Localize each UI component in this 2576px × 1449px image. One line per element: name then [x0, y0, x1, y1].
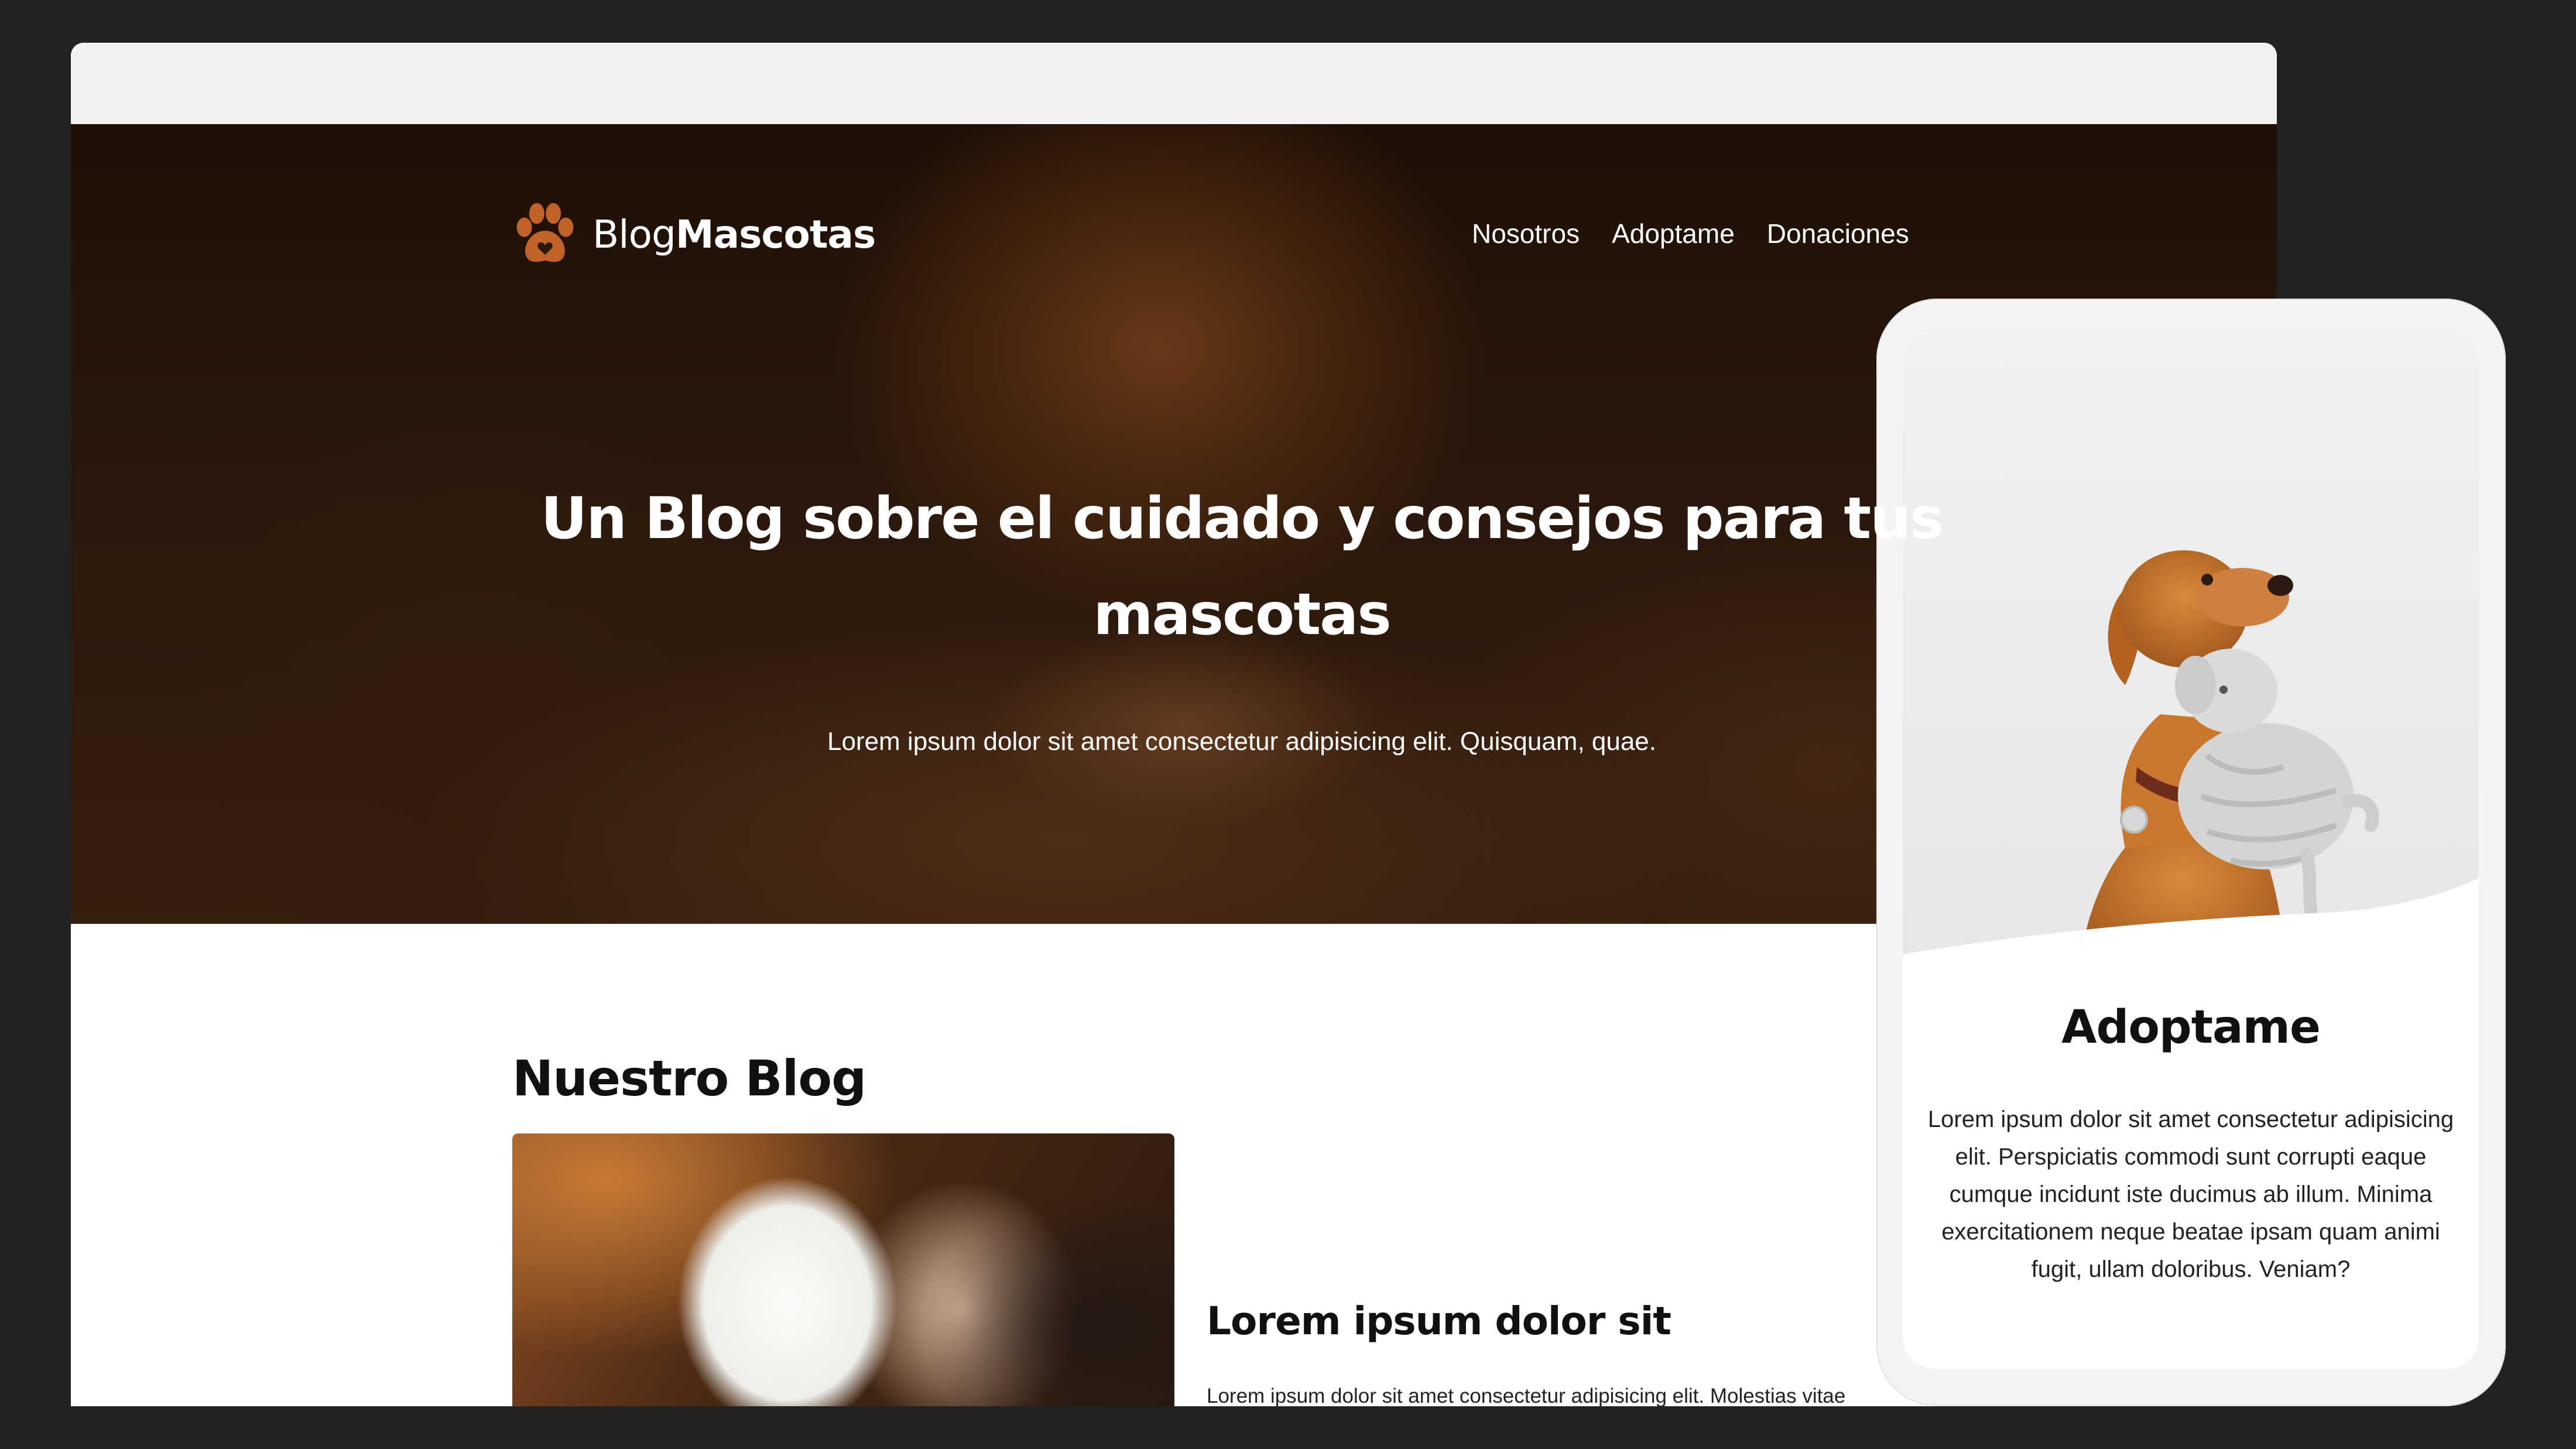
- browser-top-bar: [71, 43, 2277, 124]
- adoptame-title: Adoptame: [2061, 1001, 2321, 1054]
- mobile-phone-mockup: Adoptame Lorem ipsum dolor sit amet cons…: [1876, 299, 2506, 1406]
- blog-post-image[interactable]: [512, 1133, 1174, 1406]
- dog-with-toy-image: [1903, 334, 2479, 1001]
- hero-title: Un Blog sobre el cuidado y consejos para…: [540, 485, 1944, 648]
- nav-link-donaciones[interactable]: Donaciones: [1767, 218, 1909, 249]
- nav-links: Nosotros Adoptame Donaciones: [1472, 218, 1909, 249]
- adoptame-description: Lorem ipsum dolor sit amet consectetur a…: [1927, 1107, 2454, 1282]
- section-title: Nuestro Blog: [512, 1050, 866, 1107]
- logo-text: BlogMascotas: [592, 211, 876, 257]
- nav-link-nosotros[interactable]: Nosotros: [1472, 218, 1580, 249]
- top-navigation: BlogMascotas Nosotros Adoptame Donacione…: [71, 124, 2277, 265]
- paw-icon: [516, 203, 574, 262]
- nav-link-adoptame[interactable]: Adoptame: [1612, 218, 1735, 249]
- blog-post-excerpt: Lorem ipsum dolor sit amet consectetur a…: [1207, 1385, 1846, 1406]
- blog-post-title[interactable]: Lorem ipsum dolor sit: [1207, 1299, 1671, 1344]
- phone-screen: Adoptame Lorem ipsum dolor sit amet cons…: [1903, 334, 2479, 1369]
- site-logo[interactable]: BlogMascotas: [511, 199, 876, 269]
- hero-subtitle: Lorem ipsum dolor sit amet consectetur a…: [827, 727, 1656, 756]
